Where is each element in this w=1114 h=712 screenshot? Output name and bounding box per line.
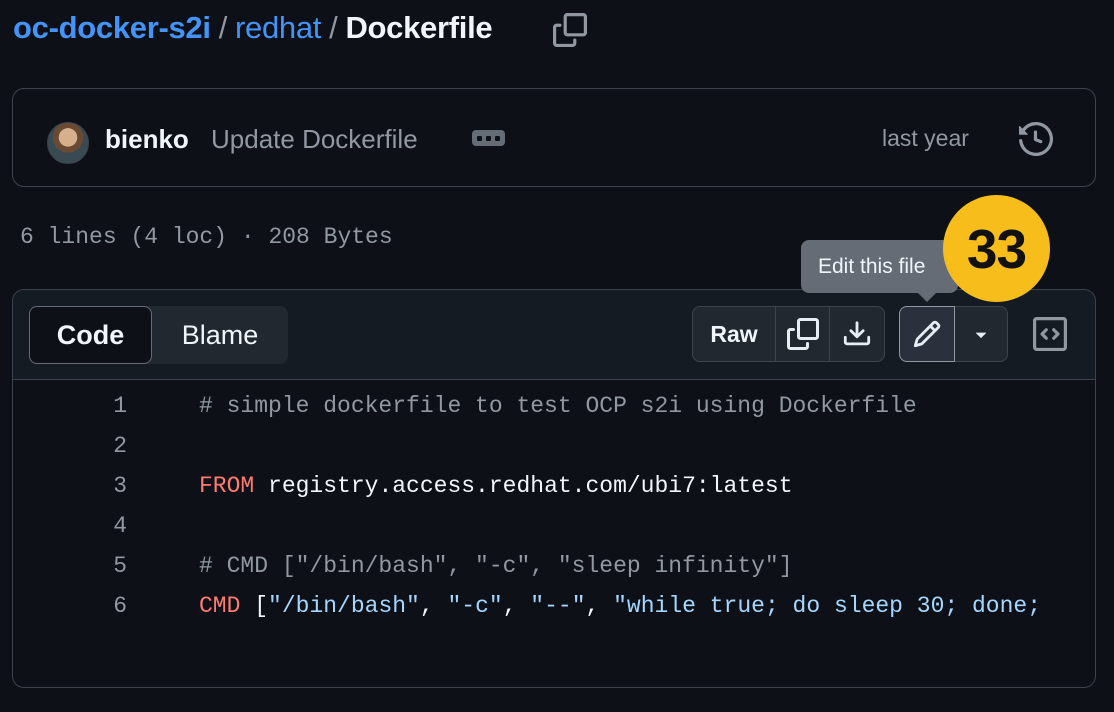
edit-actions-group	[899, 306, 1008, 362]
file-actions-group: Raw	[692, 306, 885, 362]
code-line: 2	[13, 426, 1095, 466]
code-square-icon	[1033, 317, 1067, 351]
copy-icon	[786, 318, 819, 350]
code-token-string: "while true; do sleep 30; done;	[613, 593, 1041, 619]
breadcrumb-repo-link[interactable]: oc-docker-s2i	[13, 10, 211, 46]
line-number[interactable]: 3	[73, 466, 127, 506]
file-viewer: Code Blame Raw 1 # simple dockerfile to …	[12, 289, 1096, 688]
code-token-plain: ,	[419, 593, 448, 619]
latest-commit-box: bienko Update Dockerfile last year	[12, 88, 1096, 187]
breadcrumb: oc-docker-s2i / redhat / Dockerfile	[13, 10, 493, 46]
history-button[interactable]	[1016, 119, 1056, 159]
line-content: # CMD ["/bin/bash", "-c", "sleep infinit…	[199, 546, 793, 586]
breadcrumb-folder-link[interactable]: redhat	[235, 10, 321, 46]
code-token-keyword: CMD	[199, 593, 241, 619]
download-icon	[843, 321, 871, 346]
dot-icon	[495, 135, 500, 141]
commit-time: last year	[882, 125, 969, 151]
history-icon	[1019, 122, 1053, 156]
blame-tab[interactable]: Blame	[152, 306, 288, 364]
download-raw-button[interactable]	[830, 307, 884, 361]
tooltip-arrow	[918, 293, 936, 302]
breadcrumb-current-file: Dockerfile	[345, 10, 493, 45]
code-line: 5 # CMD ["/bin/bash", "-c", "sleep infini…	[13, 546, 1095, 586]
file-info: 6 lines (4 loc) · 208 Bytes	[20, 224, 393, 250]
copy-icon	[553, 13, 587, 47]
code-tab[interactable]: Code	[29, 306, 152, 364]
copy-raw-button[interactable]	[776, 307, 830, 361]
line-content: FROM registry.access.redhat.com/ubi7:lat…	[199, 466, 793, 506]
line-number[interactable]: 4	[73, 506, 127, 546]
code-line: 6 CMD ["/bin/bash", "-c", "--", "while tr…	[13, 586, 1095, 626]
line-number[interactable]: 2	[73, 426, 127, 466]
code-token-plain: registry.access.redhat.com/ubi7:latest	[254, 473, 793, 499]
code-token-keyword: FROM	[199, 473, 255, 499]
line-content: CMD ["/bin/bash", "-c", "--", "while tru…	[199, 586, 1041, 626]
edit-options-dropdown[interactable]	[955, 307, 1007, 361]
raw-button[interactable]: Raw	[693, 307, 776, 361]
code-token-plain: ,	[585, 593, 614, 619]
line-number[interactable]: 1	[73, 386, 127, 426]
dot-icon	[477, 135, 482, 141]
avatar[interactable]	[47, 122, 89, 164]
code-token-string: "--"	[530, 593, 586, 619]
triangle-down-icon	[975, 332, 987, 338]
code-line: 1 # simple dockerfile to test OCP s2i usi…	[13, 386, 1095, 426]
dot-icon	[486, 135, 491, 141]
step-number-badge: 33	[943, 195, 1050, 302]
code-token-plain: ,	[502, 593, 531, 619]
view-segmented-control: Code Blame	[29, 306, 288, 364]
code-line: 4	[13, 506, 1095, 546]
commit-message-link[interactable]: Update Dockerfile	[211, 124, 418, 155]
edit-file-tooltip: Edit this file	[801, 240, 958, 293]
commit-author-link[interactable]: bienko	[105, 124, 189, 155]
symbols-panel-button[interactable]	[1030, 314, 1070, 354]
pencil-icon	[913, 320, 941, 348]
expand-commit-message-button[interactable]	[472, 130, 505, 146]
code-token-comment: # CMD ["/bin/bash", "-c", "sleep infinit…	[199, 553, 793, 579]
line-content: # simple dockerfile to test OCP s2i usin…	[199, 386, 917, 426]
copy-path-button[interactable]	[550, 12, 590, 48]
code-token-string: "-c"	[447, 593, 503, 619]
file-header: Code Blame Raw	[13, 290, 1095, 380]
breadcrumb-separator: /	[218, 10, 228, 45]
code-token-plain: [	[240, 593, 269, 619]
code-token-comment: # simple dockerfile to test OCP s2i usin…	[199, 393, 917, 419]
edit-file-button[interactable]	[899, 306, 955, 362]
code-token-string: "/bin/bash"	[268, 593, 420, 619]
line-number[interactable]: 5	[73, 546, 127, 586]
breadcrumb-separator: /	[329, 10, 338, 45]
code-line: 3 FROM registry.access.redhat.com/ubi7:la…	[13, 466, 1095, 506]
line-number[interactable]: 6	[73, 586, 127, 626]
